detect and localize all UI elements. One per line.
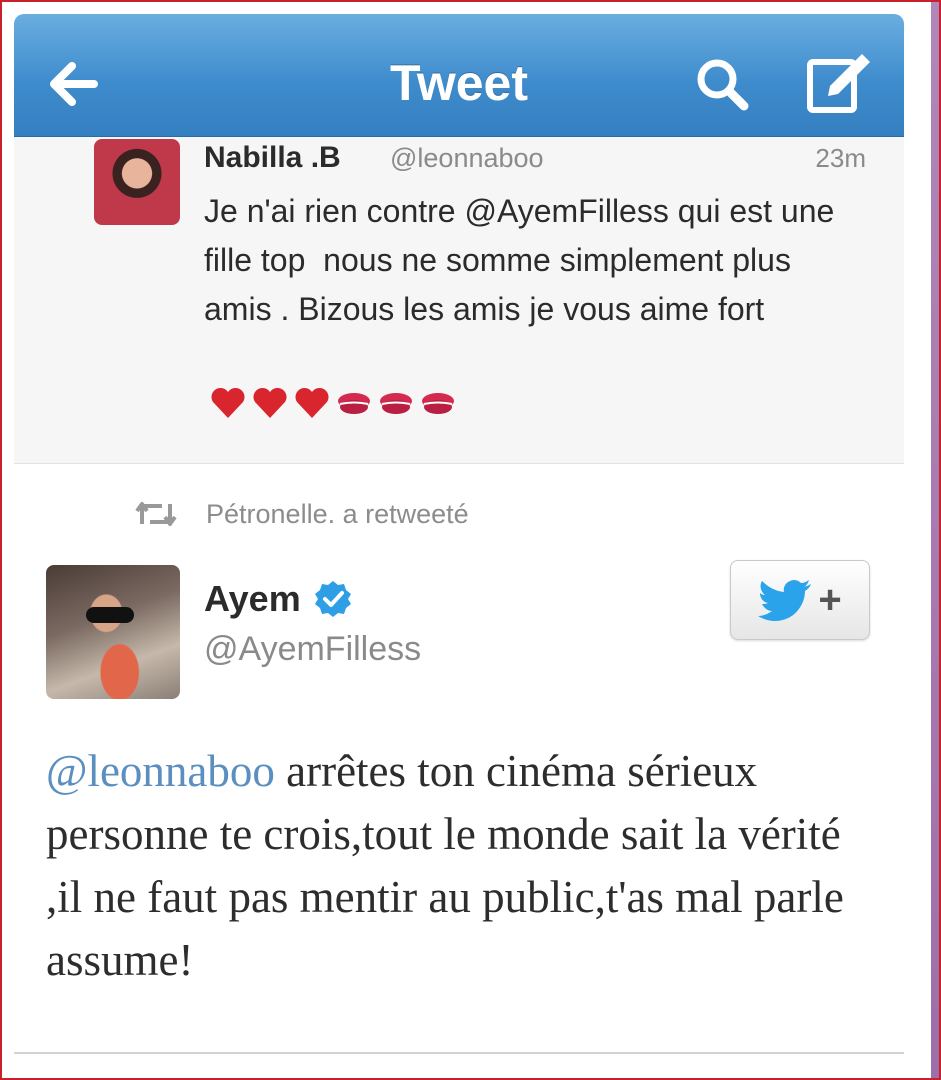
author-name[interactable]: Nabilla .B	[204, 141, 341, 175]
heart-emoji-icon	[295, 387, 329, 418]
tweet-text: Je n'ai rien contre @AyemFilless qui est…	[204, 193, 844, 327]
emoji-row	[208, 383, 458, 423]
avatar[interactable]	[46, 565, 180, 699]
avatar-detail	[86, 607, 134, 623]
mention-link[interactable]: @leonnaboo	[46, 746, 275, 796]
follow-button[interactable]: +	[730, 560, 870, 640]
follow-plus: +	[818, 577, 842, 622]
timestamp: 23m	[815, 143, 866, 173]
retweet-label: Pétronelle. a retweeté	[206, 498, 469, 529]
tweet-text: @leonnaboo arrêtes ton cinéma sérieux pe…	[46, 740, 886, 992]
author-handle[interactable]: @AyemFilless	[204, 630, 421, 669]
author-name-label: Ayem	[204, 578, 301, 619]
search-button[interactable]	[682, 44, 762, 124]
author-handle[interactable]: @leonnaboo	[390, 143, 544, 174]
kiss-emoji-icon	[338, 393, 370, 414]
verified-badge-icon	[314, 581, 351, 617]
compose-button[interactable]	[800, 44, 880, 124]
avatar[interactable]	[94, 139, 180, 225]
top-navigation-bar: Tweet	[14, 14, 904, 137]
page-title: Tweet	[390, 55, 528, 111]
kiss-emoji-icon	[380, 393, 412, 414]
divider	[14, 1052, 904, 1054]
right-edge-strip	[931, 0, 941, 1080]
heart-emoji-icon	[211, 387, 245, 418]
retweet-icon	[135, 502, 177, 526]
twitter-screen: Tweet Nabilla .B @leonnaboo 23m Je n'ai …	[14, 0, 904, 1080]
search-icon	[697, 59, 749, 111]
compose-icon	[807, 54, 870, 113]
author-name[interactable]: Ayem	[204, 578, 353, 620]
bird-plus-icon	[758, 579, 812, 621]
tweet-nabilla[interactable]: Nabilla .B @leonnaboo 23m Je n'ai rien c…	[14, 137, 904, 464]
retweet-context: Pétronelle. a retweeté	[134, 494, 469, 534]
kiss-emoji-icon	[422, 393, 454, 414]
heart-emoji-icon	[253, 387, 287, 418]
